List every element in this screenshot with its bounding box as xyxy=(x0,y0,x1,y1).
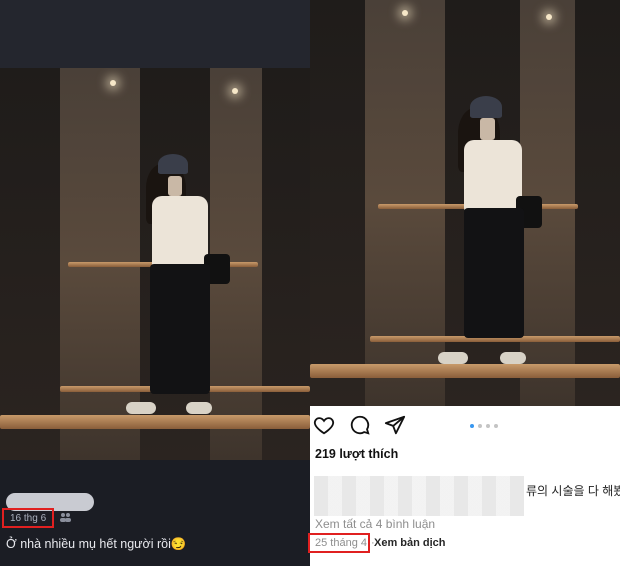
top xyxy=(464,140,522,212)
shoe xyxy=(186,402,212,414)
ceiling-light xyxy=(546,14,552,20)
handrail xyxy=(310,364,620,378)
top-bar xyxy=(0,0,310,68)
ceiling-light xyxy=(110,80,116,86)
post-photo-left[interactable] xyxy=(0,68,310,460)
share-icon[interactable] xyxy=(384,414,406,436)
cap xyxy=(470,96,502,118)
mirror-panel xyxy=(310,0,365,406)
phone xyxy=(168,176,182,196)
heart-icon[interactable] xyxy=(313,414,335,436)
view-comments-link[interactable]: Xem tất cả 4 bình luận xyxy=(315,517,435,531)
cap xyxy=(158,154,188,174)
carousel-dot xyxy=(470,424,474,428)
post-date: 25 tháng 4 xyxy=(315,537,367,549)
mirror-panel xyxy=(262,68,310,460)
caption-blurred xyxy=(314,476,524,516)
top xyxy=(152,196,208,268)
pants xyxy=(464,208,524,338)
mirror-panel xyxy=(365,0,445,406)
friends-icon xyxy=(60,513,71,522)
mirror-panel xyxy=(0,68,60,460)
ceiling-light xyxy=(232,88,238,94)
post-photo-right[interactable] xyxy=(310,0,620,406)
carousel-dot xyxy=(494,424,498,428)
carousel-dot xyxy=(486,424,490,428)
translate-link[interactable]: Xem bản dịch xyxy=(374,537,446,549)
post-date[interactable]: 16 thg 6 xyxy=(6,511,50,526)
handrail xyxy=(0,415,310,429)
ceiling-light xyxy=(402,10,408,16)
caption-fragment: 류의 시술을 다 해봤 xyxy=(526,484,620,498)
comment-icon[interactable] xyxy=(349,414,371,436)
pants xyxy=(150,264,210,394)
phone xyxy=(480,118,495,140)
carousel-dot xyxy=(478,424,482,428)
shoe xyxy=(126,402,156,414)
likes-count[interactable]: 219 lượt thích xyxy=(315,447,398,461)
post-caption: Ở nhà nhiều mụ hết người rồi😏 xyxy=(6,537,187,551)
mirror-panel xyxy=(575,0,620,406)
left-post: 16 thg 6 Ở nhà nhiều mụ hết người rồi😏 xyxy=(0,0,310,566)
shoe xyxy=(500,352,526,364)
shoe xyxy=(438,352,468,364)
